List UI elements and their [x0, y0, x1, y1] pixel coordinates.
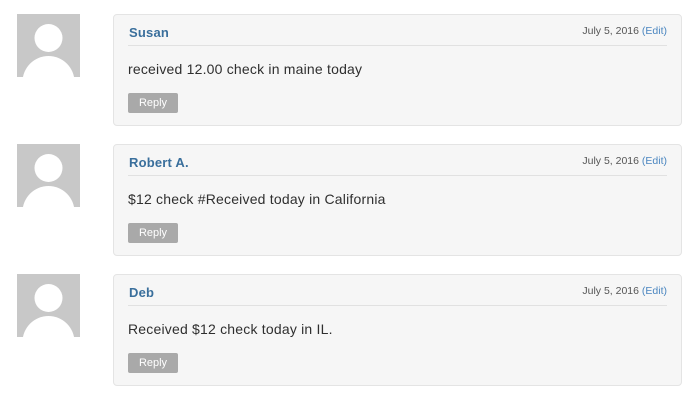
reply-button[interactable]: Reply	[128, 353, 178, 373]
reply-button[interactable]: Reply	[128, 223, 178, 243]
edit-link[interactable]: (Edit)	[642, 25, 667, 37]
comment-text: received 12.00 check in maine today	[128, 61, 363, 77]
comment-header: Robert A. July 5, 2016 (Edit)	[128, 145, 667, 176]
comment-box: Robert A. July 5, 2016 (Edit) $12 check …	[113, 144, 682, 256]
comment-date[interactable]: July 5, 2016	[582, 155, 639, 167]
comment-date[interactable]: July 5, 2016	[582, 25, 639, 37]
comment-box: Deb July 5, 2016 (Edit) Received $12 che…	[113, 274, 682, 386]
reply-button[interactable]: Reply	[128, 93, 178, 113]
default-avatar-icon	[17, 14, 80, 77]
comment-author[interactable]: Susan	[129, 25, 169, 40]
comment-meta: July 5, 2016 (Edit)	[582, 285, 667, 297]
comment-box: Susan July 5, 2016 (Edit) received 12.00…	[113, 14, 682, 126]
comment-item: Deb July 5, 2016 (Edit) Received $12 che…	[0, 274, 700, 394]
comment-author[interactable]: Robert A.	[129, 155, 189, 170]
comment-meta: July 5, 2016 (Edit)	[582, 25, 667, 37]
default-avatar-icon	[17, 274, 80, 337]
edit-link[interactable]: (Edit)	[642, 155, 667, 167]
comment-text: $12 check #Received today in California	[128, 191, 386, 207]
default-avatar-icon	[17, 144, 80, 207]
edit-link[interactable]: (Edit)	[642, 285, 667, 297]
comment-date[interactable]: July 5, 2016	[582, 285, 639, 297]
comment-list: Susan July 5, 2016 (Edit) received 12.00…	[0, 0, 700, 406]
comment-item: Robert A. July 5, 2016 (Edit) $12 check …	[0, 144, 700, 264]
comment-meta: July 5, 2016 (Edit)	[582, 155, 667, 167]
comment-item: Susan July 5, 2016 (Edit) received 12.00…	[0, 14, 700, 134]
comment-header: Susan July 5, 2016 (Edit)	[128, 15, 667, 46]
comment-author[interactable]: Deb	[129, 285, 154, 300]
comment-header: Deb July 5, 2016 (Edit)	[128, 275, 667, 306]
comment-text: Received $12 check today in IL.	[128, 321, 333, 337]
